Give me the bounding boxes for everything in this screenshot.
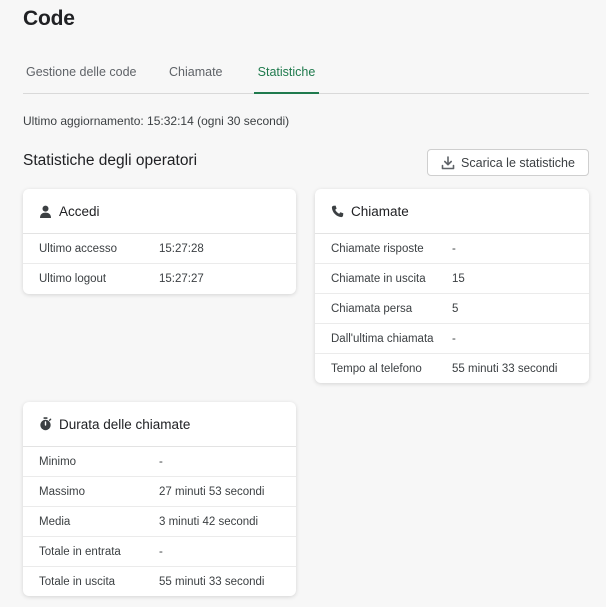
stat-value: 55 minuti 33 secondi xyxy=(159,576,265,588)
last-update-text: Ultimo aggiornamento: 15:32:14 (ogni 30 … xyxy=(23,114,290,128)
stat-row: Dall'ultima chiamata - xyxy=(315,324,589,354)
stat-label: Ultimo accesso xyxy=(39,242,117,255)
tab-statistiche[interactable]: Statistiche xyxy=(254,54,319,94)
stat-value: 3 minuti 42 secondi xyxy=(159,515,259,528)
durata-card-title: Durata delle chiamate xyxy=(59,416,191,432)
stat-row: Chiamate in uscita 15 xyxy=(315,264,589,294)
tab-gestione-code[interactable]: Gestione delle code xyxy=(26,54,137,94)
accedi-card-header: Accedi xyxy=(23,189,296,234)
stat-row: Totale in entrata - xyxy=(23,537,296,567)
stat-value: 15 xyxy=(452,272,465,285)
download-icon xyxy=(441,155,455,170)
tab-chiamate[interactable]: Chiamate xyxy=(169,54,223,94)
stat-value: - xyxy=(159,455,163,468)
stat-value: - xyxy=(452,242,456,255)
stat-row: Chiamate risposte - xyxy=(315,234,589,264)
stat-label: Chiamate in uscita xyxy=(331,272,426,285)
stat-value: 55 minuti 33 secondi xyxy=(452,363,558,375)
stat-label: Dall'ultima chiamata xyxy=(331,332,434,345)
download-stats-button[interactable]: Scarica le statistiche xyxy=(427,149,589,176)
stat-row: Totale in uscita 55 minuti 33 secondi xyxy=(23,567,296,597)
stat-label: Totale in uscita xyxy=(39,576,116,588)
user-icon xyxy=(39,205,52,218)
stat-label: Tempo al telefono xyxy=(331,363,422,375)
durata-card-header: Durata delle chiamate xyxy=(23,402,296,447)
chiamate-card-title: Chiamate xyxy=(351,203,409,219)
download-stats-label: Scarica le statistiche xyxy=(461,155,575,170)
tab-bar: Gestione delle code Chiamate Statistiche xyxy=(23,54,589,94)
stat-label: Chiamate risposte xyxy=(331,242,424,255)
accedi-card: Accedi Ultimo accesso 15:27:28 Ultimo lo… xyxy=(23,189,296,294)
stat-value: - xyxy=(159,545,163,558)
stat-label: Media xyxy=(39,515,71,528)
stat-label: Minimo xyxy=(39,455,77,468)
stat-row: Tempo al telefono 55 minuti 33 secondi xyxy=(315,354,589,384)
page: Code Gestione delle code Chiamate Statis… xyxy=(0,0,606,607)
stat-row: Minimo - xyxy=(23,447,296,477)
durata-card: Durata delle chiamate Minimo - Massimo 2… xyxy=(23,402,296,596)
stat-value: - xyxy=(452,332,456,345)
chiamate-card-header: Chiamate xyxy=(315,189,589,234)
accedi-card-title: Accedi xyxy=(59,203,100,219)
stat-row: Media 3 minuti 42 secondi xyxy=(23,507,296,537)
stat-row: Massimo 27 minuti 53 secondi xyxy=(23,477,296,507)
stat-label: Ultimo logout xyxy=(39,273,107,285)
section-title: Statistiche degli operatori xyxy=(23,152,198,169)
stat-row: Chiamata persa 5 xyxy=(315,294,589,324)
stat-value: 15:27:28 xyxy=(159,242,204,255)
stat-value: 15:27:27 xyxy=(159,273,204,285)
stat-label: Totale in entrata xyxy=(39,545,121,558)
chiamate-card: Chiamate Chiamate risposte - Chiamate in… xyxy=(315,189,589,383)
stat-value: 5 xyxy=(452,302,459,315)
stat-label: Massimo xyxy=(39,485,86,498)
stat-label: Chiamata persa xyxy=(331,302,413,315)
stopwatch-icon xyxy=(39,417,52,431)
stat-row: Ultimo accesso 15:27:28 xyxy=(23,234,296,264)
stat-value: 27 minuti 53 secondi xyxy=(159,485,265,498)
phone-icon xyxy=(331,205,344,218)
page-title: Code xyxy=(23,7,75,30)
stat-row: Ultimo logout 15:27:27 xyxy=(23,264,296,294)
